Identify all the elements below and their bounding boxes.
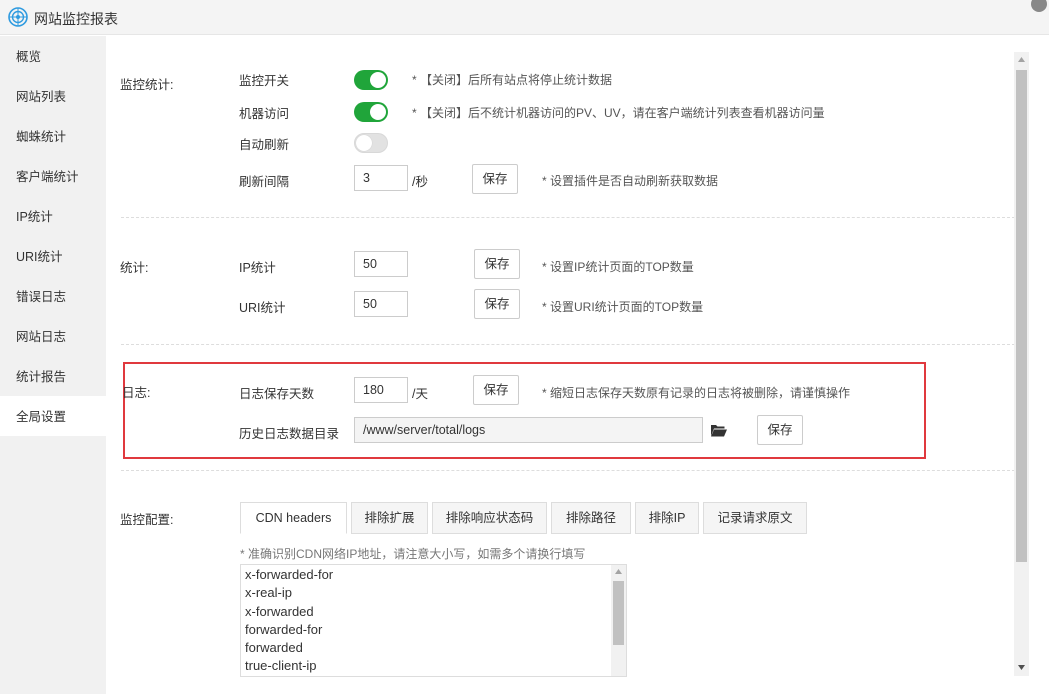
tab-exclude-status-codes[interactable]: 排除响应状态码 [432, 502, 547, 534]
sidebar-item-label: 网站日志 [16, 330, 67, 344]
auto-refresh-label: 自动刷新 [239, 138, 290, 152]
sidebar: 概览 网站列表 蜘蛛统计 客户端统计 IP统计 URI统计 错误日志 网站日志 … [0, 36, 106, 694]
tab-exclude-extensions[interactable]: 排除扩展 [351, 502, 428, 534]
uri-top-input[interactable]: 50 [354, 291, 408, 317]
sidebar-item-client-stats[interactable]: 客户端统计 [0, 156, 106, 196]
scroll-up-arrow-icon[interactable] [615, 569, 622, 574]
refresh-interval-unit: /秒 [412, 175, 428, 189]
cdn-header-line: x-forwarded [245, 603, 314, 619]
section-divider [121, 217, 1015, 218]
refresh-interval-save-button[interactable]: 保存 [472, 164, 518, 194]
robot-access-label: 机器访问 [239, 107, 290, 121]
tab-record-raw-request[interactable]: 记录请求原文 [703, 502, 807, 534]
log-keep-days-hint: * 缩短日志保存天数原有记录的日志将被删除，请谨慎操作 [542, 386, 851, 400]
tab-exclude-paths[interactable]: 排除路径 [551, 502, 631, 534]
sidebar-item-error-log[interactable]: 错误日志 [0, 276, 106, 316]
sidebar-item-site-list[interactable]: 网站列表 [0, 76, 106, 116]
sidebar-item-label: 错误日志 [16, 290, 67, 304]
sidebar-item-spider-stats[interactable]: 蜘蛛统计 [0, 116, 106, 156]
sidebar-item-label: IP统计 [16, 210, 53, 224]
sidebar-item-report[interactable]: 统计报告 [0, 356, 106, 396]
monitor-switch-toggle[interactable] [354, 70, 388, 90]
robot-access-hint: * 【关闭】后不统计机器访问的PV、UV，请在客户端统计列表查看机器访问量 [412, 106, 825, 120]
auto-refresh-toggle[interactable] [354, 133, 388, 153]
refresh-interval-input[interactable]: 3 [354, 165, 408, 191]
log-settings-highlight [123, 362, 926, 459]
log-dir-label: 历史日志数据目录 [239, 427, 340, 441]
sidebar-item-overview[interactable]: 概览 [0, 36, 106, 76]
sidebar-item-ip-stats[interactable]: IP统计 [0, 196, 106, 236]
tab-label: 排除路径 [565, 511, 616, 525]
folder-open-icon[interactable] [711, 424, 727, 437]
tab-label: 记录请求原文 [717, 511, 793, 525]
refresh-interval-label: 刷新间隔 [239, 175, 290, 189]
sidebar-item-label: 客户端统计 [16, 170, 79, 184]
config-section-label: 监控配置: [120, 513, 174, 527]
log-section-label: 日志: [122, 386, 151, 400]
tab-label: CDN headers [255, 511, 332, 525]
ip-top-input[interactable]: 50 [354, 251, 408, 277]
ip-top-save-button[interactable]: 保存 [474, 249, 520, 279]
cdn-header-line: forwarded [245, 640, 303, 656]
sidebar-item-label: 全局设置 [16, 410, 67, 424]
window-title: 网站监控报表 [34, 11, 118, 27]
app-logo-icon [8, 7, 28, 27]
title-bar: 网站监控报表 [0, 0, 1049, 35]
ip-top-hint: * 设置IP统计页面的TOP数量 [542, 260, 694, 274]
ip-top-label: IP统计 [239, 261, 276, 275]
sidebar-item-label: 统计报告 [16, 370, 67, 384]
sidebar-item-global-settings[interactable]: 全局设置 [0, 396, 106, 436]
tab-label: 排除IP [648, 511, 686, 525]
textarea-scroll-thumb[interactable] [613, 581, 624, 645]
sidebar-item-label: 概览 [16, 50, 42, 64]
refresh-interval-hint: * 设置插件是否自动刷新获取数据 [542, 174, 719, 188]
monitor-switch-hint: * 【关闭】后所有站点将停止统计数据 [412, 73, 613, 87]
tab-label: 排除响应状态码 [445, 511, 534, 525]
tab-exclude-ip[interactable]: 排除IP [635, 502, 699, 534]
cdn-headers-hint: * 准确识别CDN网络IP地址，请注意大小写，如需多个请换行填写 [240, 547, 586, 561]
uri-top-label: URI统计 [239, 301, 286, 315]
scroll-up-arrow-icon[interactable] [1018, 57, 1025, 62]
sidebar-item-label: 网站列表 [16, 90, 67, 104]
tab-label: 排除扩展 [364, 511, 415, 525]
textarea-scrollbar[interactable] [611, 565, 626, 676]
settings-panel: 监控统计: 监控开关 * 【关闭】后所有站点将停止统计数据 机器访问 * 【关闭… [106, 36, 1049, 694]
tab-cdn-headers[interactable]: CDN headers [240, 502, 347, 534]
cdn-header-line: x-forwarded-for [245, 567, 334, 582]
log-keep-days-input[interactable]: 180 [354, 377, 408, 403]
section-divider [121, 470, 1015, 471]
robot-access-toggle[interactable] [354, 102, 388, 122]
sidebar-item-label: 蜘蛛统计 [16, 130, 67, 144]
log-dir-save-button[interactable]: 保存 [757, 415, 803, 445]
main-scroll-thumb[interactable] [1016, 70, 1027, 562]
log-keep-days-save-button[interactable]: 保存 [473, 375, 519, 405]
cdn-header-line: forwarded-for [245, 621, 323, 637]
stats-section-label: 统计: [120, 261, 149, 275]
scroll-down-arrow-icon[interactable] [1018, 665, 1025, 670]
sidebar-item-uri-stats[interactable]: URI统计 [0, 236, 106, 276]
sidebar-item-label: URI统计 [16, 250, 63, 264]
cdn-headers-textarea[interactable]: x-forwarded-for x-real-ip x-forwarded fo… [240, 564, 627, 677]
log-keep-days-unit: /天 [412, 387, 428, 401]
uri-top-hint: * 设置URI统计页面的TOP数量 [542, 300, 704, 314]
log-keep-days-label: 日志保存天数 [239, 387, 315, 401]
cdn-header-line: x-real-ip [245, 585, 292, 601]
main-scrollbar[interactable] [1014, 52, 1029, 676]
close-icon[interactable] [1031, 0, 1047, 12]
monitor-switch-label: 监控开关 [239, 74, 290, 88]
section-divider [121, 344, 1015, 345]
cdn-header-line: true-client-ip [245, 658, 317, 674]
sidebar-item-site-log[interactable]: 网站日志 [0, 316, 106, 356]
monitor-section-label: 监控统计: [120, 78, 174, 92]
uri-top-save-button[interactable]: 保存 [474, 289, 520, 319]
log-dir-input[interactable]: /www/server/total/logs [354, 417, 703, 443]
